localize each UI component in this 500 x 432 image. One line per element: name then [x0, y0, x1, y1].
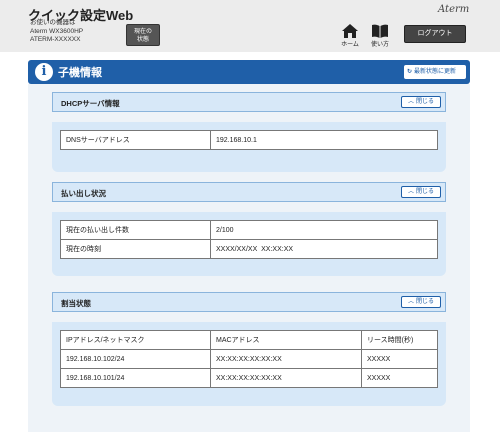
close-label: 閉じる [416, 99, 435, 105]
dhcp-close-button[interactable]: ︿ 閉じる [401, 96, 441, 108]
lease-count-label: 現在の払い出し件数 [60, 220, 211, 240]
current-status-label-2: 状態 [136, 37, 149, 43]
page-title: 子機情報 [58, 67, 102, 79]
current-status-button[interactable]: 現在の 状態 [126, 24, 160, 46]
dns-label: DNSサーバアドレス [60, 130, 211, 150]
table-header-row: IPアドレス/ネットマスク MACアドレス リース時間(秒) [60, 330, 438, 350]
logout-button[interactable]: ログアウト [404, 25, 466, 43]
refresh-button[interactable]: ↻ 最新状態に更新 [404, 65, 466, 79]
chevron-up-icon: ︿ [407, 99, 414, 105]
home-button[interactable]: ホーム [338, 24, 362, 48]
lease-panel-title: 払い出し状況 [61, 189, 106, 198]
assign-panel-header: 割当状態 ︿ 閉じる [52, 292, 446, 312]
page-title-bar: i 子機情報 ↻ 最新状態に更新 [28, 60, 470, 84]
mac-header: MACアドレス [210, 330, 362, 350]
lease-panel-header: 払い出し状況 ︿ 閉じる [52, 182, 446, 202]
mac-cell: XX:XX:XX:XX:XX:XX [210, 368, 362, 388]
assign-close-button[interactable]: ︿ 閉じる [401, 296, 441, 308]
assign-panel-body: IPアドレス/ネットマスク MACアドレス リース時間(秒) 192.168.1… [52, 322, 446, 406]
content-area: DHCPサーバ情報 ︿ 閉じる DNSサーバアドレス 192.168.10.1 払… [28, 84, 470, 432]
dhcp-table: DNSサーバアドレス 192.168.10.1 [60, 130, 438, 150]
lease-panel-body: 現在の払い出し件数 2/100 現在の時刻 XXXX/XX/XX XX:XX:X… [52, 212, 446, 276]
current-status-label-1: 現在の [133, 29, 152, 35]
device-name: ATERM-XXXXXX [30, 36, 81, 43]
ip-cell: 192.168.10.101/24 [60, 368, 211, 388]
chevron-up-icon: ︿ [407, 189, 414, 195]
home-label: ホーム [341, 42, 359, 48]
device-info: お使いの機器は Aterm WX3600HP ATERM-XXXXXX [30, 19, 83, 45]
ip-cell: 192.168.10.102/24 [60, 349, 211, 369]
table-row: 現在の払い出し件数 2/100 [60, 220, 438, 240]
current-time-value: XXXX/XX/XX XX:XX:XX [210, 239, 438, 259]
table-row: 192.168.10.101/24 XX:XX:XX:XX:XX:XX XXXX… [60, 368, 438, 388]
close-label: 閉じる [416, 299, 435, 305]
table-row: DNSサーバアドレス 192.168.10.1 [60, 130, 438, 150]
lease-time-cell: XXXXX [361, 368, 438, 388]
assign-table: IPアドレス/ネットマスク MACアドレス リース時間(秒) 192.168.1… [60, 330, 438, 388]
dhcp-panel-header: DHCPサーバ情報 ︿ 閉じる [52, 92, 446, 112]
dhcp-panel-body: DNSサーバアドレス 192.168.10.1 [52, 122, 446, 172]
info-icon: i [35, 63, 53, 81]
dns-value: 192.168.10.1 [210, 130, 438, 150]
chevron-up-icon: ︿ [407, 299, 414, 305]
book-icon [372, 24, 388, 38]
dhcp-panel-title: DHCPサーバ情報 [61, 99, 120, 108]
home-icon [342, 24, 358, 38]
lease-close-button[interactable]: ︿ 閉じる [401, 186, 441, 198]
lease-table: 現在の払い出し件数 2/100 現在の時刻 XXXX/XX/XX XX:XX:X… [60, 220, 438, 259]
refresh-icon: ↻ [407, 69, 413, 75]
help-button[interactable]: 使い方 [368, 24, 392, 48]
lease-count-value: 2/100 [210, 220, 438, 240]
ip-header: IPアドレス/ネットマスク [60, 330, 211, 350]
assign-panel-title: 割当状態 [61, 299, 91, 308]
table-row: 192.168.10.102/24 XX:XX:XX:XX:XX:XX XXXX… [60, 349, 438, 369]
mac-cell: XX:XX:XX:XX:XX:XX [210, 349, 362, 369]
lease-time-header: リース時間(秒) [361, 330, 438, 350]
device-model: Aterm WX3600HP [30, 27, 84, 35]
lease-time-cell: XXXXX [361, 349, 438, 369]
table-row: 現在の時刻 XXXX/XX/XX XX:XX:XX [60, 239, 438, 259]
refresh-label: 最新状態に更新 [414, 69, 457, 75]
current-time-label: 現在の時刻 [60, 239, 211, 259]
top-header: クイック設定Web お使いの機器は Aterm WX3600HP ATERM-X… [0, 0, 500, 52]
device-line: お使いの機器は [30, 19, 76, 26]
close-label: 閉じる [416, 189, 435, 195]
help-label: 使い方 [370, 42, 389, 48]
brand-logo: Aterm [438, 4, 470, 15]
